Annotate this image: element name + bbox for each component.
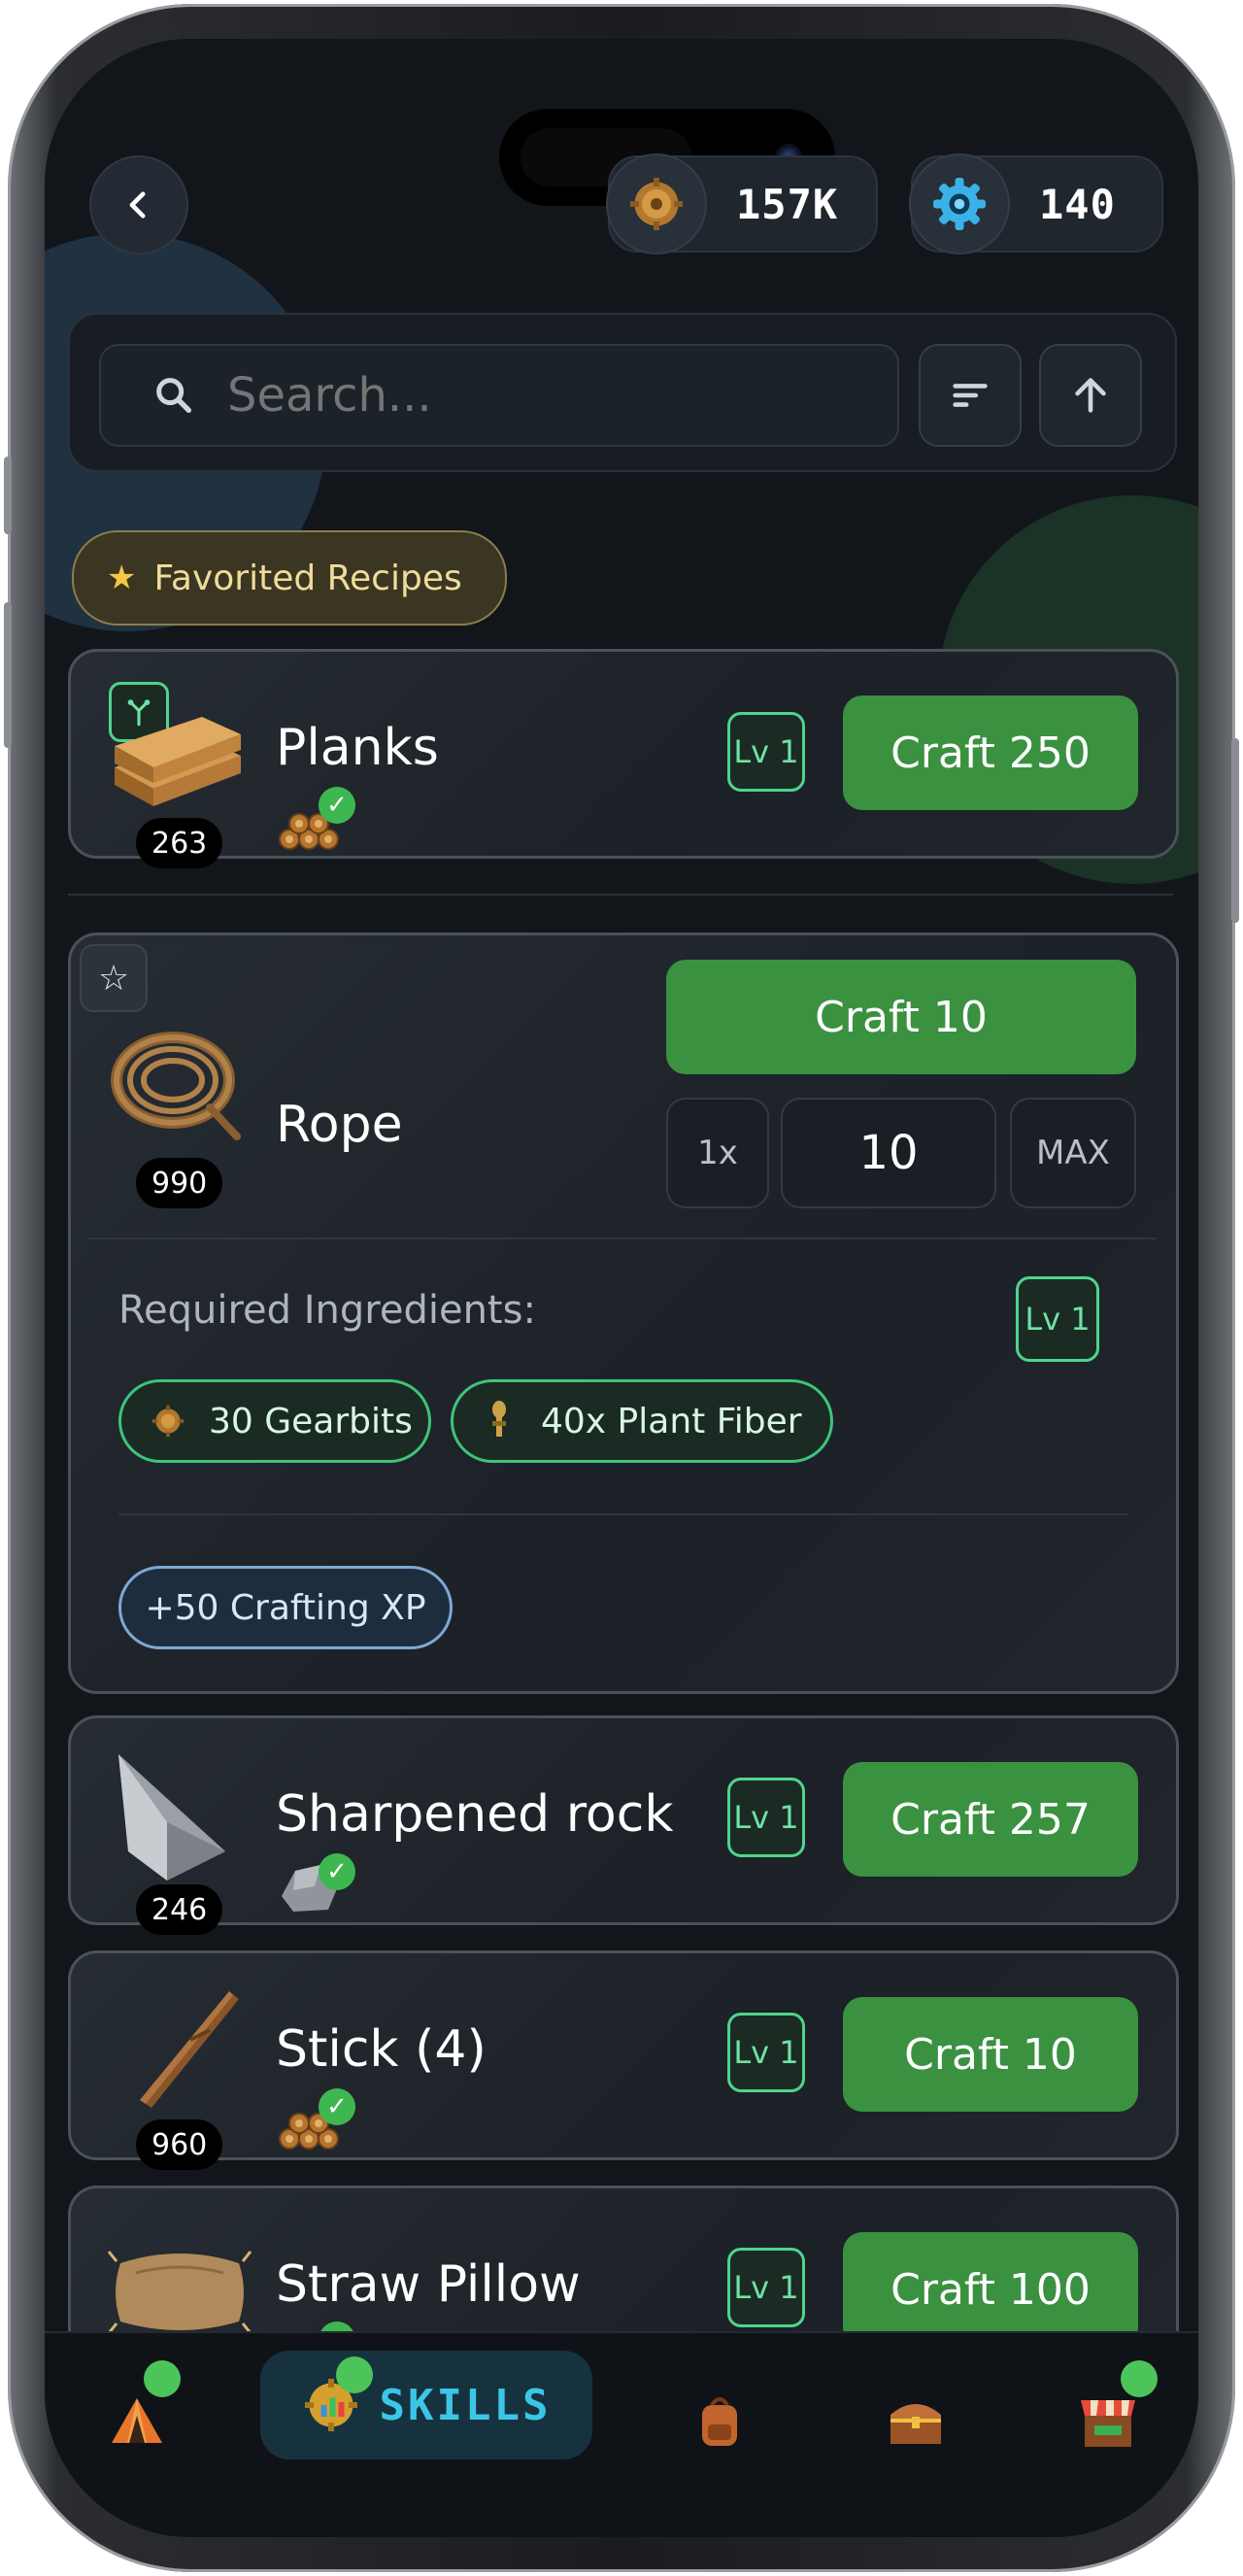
straw-pillow-icon: [107, 2251, 252, 2334]
nav-camp[interactable]: [84, 2360, 190, 2469]
search-input[interactable]: [225, 367, 851, 424]
nav-chest[interactable]: [862, 2372, 969, 2469]
sort-direction-button[interactable]: [1039, 344, 1142, 447]
ingredient-chip-plant-fiber[interactable]: 40x Plant Fiber: [451, 1379, 833, 1463]
craft-button[interactable]: Craft 10: [843, 1997, 1138, 2112]
chest-icon: [890, 2404, 941, 2444]
level-badge: Lv 1: [1016, 1276, 1099, 1362]
recipe-name: Rope: [276, 1096, 403, 1154]
gear-coin-icon: [151, 1405, 185, 1438]
craft-button[interactable]: Craft 257: [843, 1762, 1138, 1877]
level-badge: Lv 1: [727, 1778, 805, 1857]
ingredient-label: 30 Gearbits: [209, 1401, 413, 1441]
item-count: 960: [136, 2119, 223, 2170]
app-screen: 157K 140 ★ Favorited Recipes 263 Planks …: [45, 39, 1198, 2537]
check-icon: ✓: [319, 2088, 355, 2125]
camp-icon: [112, 2398, 162, 2443]
quantity-max-button[interactable]: MAX: [1010, 1098, 1136, 1208]
ingredient-chip-gearbits[interactable]: 30 Gearbits: [118, 1379, 431, 1463]
notification-dot: [336, 2356, 373, 2393]
nav-skills[interactable]: SKILLS: [260, 2351, 592, 2459]
planks-icon: [115, 717, 241, 806]
rope-icon: [111, 1032, 241, 1140]
side-button: [1231, 738, 1239, 923]
star-icon: ★: [107, 559, 137, 597]
craft-button[interactable]: Craft 250: [843, 695, 1138, 810]
check-icon: ✓: [319, 1853, 355, 1890]
stick-icon: [140, 1991, 239, 2108]
section-divider: [68, 894, 1173, 896]
card-divider: [118, 1513, 1128, 1515]
search-box[interactable]: [99, 344, 899, 447]
arrow-up-icon: [1075, 378, 1106, 413]
item-count: 246: [136, 1884, 223, 1935]
craft-button[interactable]: Craft 10: [666, 960, 1136, 1074]
recipe-name: Planks: [276, 719, 439, 777]
backpack-icon: [702, 2397, 737, 2446]
sort-button[interactable]: [919, 344, 1022, 447]
sort-icon: [953, 384, 988, 407]
xp-reward-chip: +50 Crafting XP: [118, 1566, 453, 1649]
check-icon: ✓: [319, 787, 355, 824]
side-button: [4, 457, 12, 534]
search-icon: [156, 378, 192, 414]
recipe-name: Stick (4): [276, 2020, 487, 2079]
gems-value: 140: [1039, 180, 1116, 228]
back-button[interactable]: [89, 155, 188, 254]
craft-button[interactable]: Craft 100: [843, 2232, 1138, 2347]
quantity-min-button[interactable]: 1x: [666, 1098, 769, 1208]
level-badge: Lv 1: [727, 2013, 805, 2092]
recipe-name: Straw Pillow: [276, 2255, 581, 2314]
skills-label: SKILLS: [379, 2380, 552, 2430]
side-button: [4, 602, 12, 748]
chevron-left-icon: [129, 191, 146, 219]
favorite-star-button[interactable]: ☆: [80, 944, 148, 1012]
quantity-input[interactable]: 10: [781, 1098, 996, 1208]
gems-currency[interactable]: 140: [909, 153, 1163, 254]
ingredient-label: 40x Plant Fiber: [541, 1401, 802, 1441]
item-count: 263: [136, 818, 223, 868]
ingredients-heading: Required Ingredients:: [118, 1288, 536, 1333]
level-badge: Lv 1: [727, 712, 805, 792]
gearbits-value: 157K: [736, 180, 839, 228]
star-outline-icon: ☆: [97, 958, 130, 999]
recipe-name: Sharpened rock: [276, 1785, 674, 1844]
notification-dot: [1121, 2360, 1158, 2397]
favorited-recipes-chip[interactable]: ★ Favorited Recipes: [72, 530, 507, 626]
bottom-nav: SKILLS: [45, 2331, 1198, 2537]
favorited-recipes-label: Favorited Recipes: [153, 558, 462, 598]
nav-shop[interactable]: [1055, 2360, 1161, 2469]
plant-fiber-icon: [492, 1401, 506, 1437]
gearbits-currency[interactable]: 157K: [606, 153, 878, 254]
level-badge: Lv 1: [727, 2248, 805, 2327]
item-count: 990: [136, 1158, 223, 1208]
card-divider: [87, 1237, 1156, 1239]
sharpened-rock-icon: [118, 1754, 225, 1881]
notification-dot: [144, 2360, 181, 2397]
nav-backpack[interactable]: [666, 2372, 773, 2469]
shop-icon: [1081, 2400, 1135, 2447]
blue-gear-icon: [909, 153, 1010, 254]
gear-coin-icon: [606, 153, 707, 254]
